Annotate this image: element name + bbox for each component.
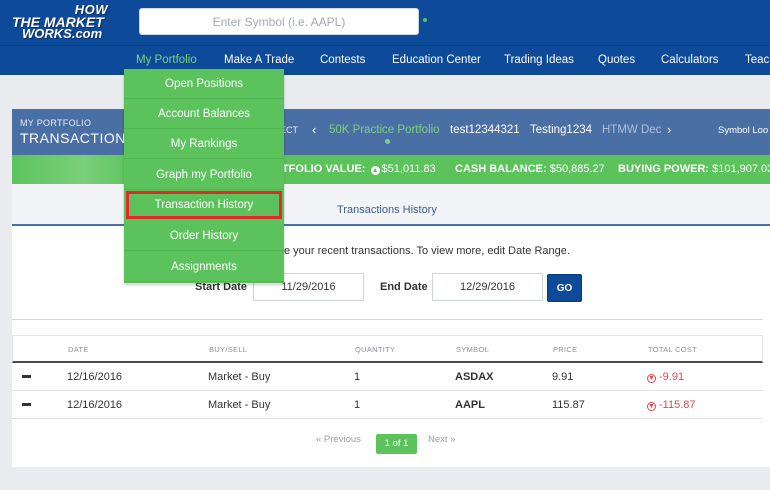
nav-trading-ideas[interactable]: Trading Ideas <box>504 46 574 76</box>
section-label: MY PORTFOLIO <box>20 118 92 128</box>
pager-previous[interactable]: « Previous <box>316 434 361 445</box>
active-portfolio-indicator <box>385 139 390 144</box>
chevron-left-icon[interactable]: ‹ <box>312 122 316 137</box>
row-date: 12/16/2016 <box>67 371 123 383</box>
col-symbol[interactable]: SYMBOL <box>456 345 489 354</box>
my-portfolio-dropdown: Open Positions Account Balances My Ranki… <box>124 69 284 283</box>
down-arrow-icon: ▼ <box>647 374 656 383</box>
main-nav: My Portfolio Make A Trade Contests Educa… <box>0 45 770 75</box>
status-dot <box>423 18 427 22</box>
pager-next[interactable]: Next » <box>428 434 455 445</box>
site-logo[interactable]: HOW THE MARKET WORKS.com <box>12 3 112 42</box>
col-buy-sell[interactable]: BUY/SELL <box>209 345 247 354</box>
row-quantity: 1 <box>354 371 361 383</box>
col-price[interactable]: PRICE <box>553 345 577 354</box>
row-total-cost: ▼ -9.91 <box>647 371 684 383</box>
collapse-icon[interactable] <box>22 375 31 378</box>
nav-education-center[interactable]: Education Center <box>392 46 481 76</box>
row-total-cost: ▼ -115.87 <box>647 399 696 411</box>
row-total-value: -9.91 <box>659 371 685 383</box>
menu-item-graph-my-portfolio[interactable]: Graph my Portfolio <box>124 160 284 190</box>
row-type: Market - Buy <box>208 399 271 411</box>
go-button[interactable]: GO <box>547 274 582 302</box>
portfolio-value-amount: $51,011.83 <box>381 163 436 175</box>
table-row: 12/16/2016 Market - Buy 1 ASDAX 9.91 ▼ -9… <box>12 363 763 391</box>
nav-calculators[interactable]: Calculators <box>661 46 719 76</box>
buying-power-label: BUYING POWER: <box>618 163 710 175</box>
divider <box>12 319 763 320</box>
end-date-field[interactable]: 12/29/2016 <box>432 273 543 301</box>
buying-power-amount: $101,907.03 <box>712 163 770 175</box>
symbol-search-input[interactable] <box>140 9 418 35</box>
menu-item-order-history[interactable]: Order History <box>124 221 284 251</box>
symbol-search[interactable] <box>139 8 419 35</box>
col-quantity[interactable]: QUANTITY <box>355 345 395 354</box>
nav-teacher[interactable]: Teac <box>745 46 769 76</box>
portfolio-option-htmw[interactable]: HTMW Dec <box>602 124 661 136</box>
table-header: DATE BUY/SELL QUANTITY SYMBOL PRICE TOTA… <box>12 335 763 363</box>
row-total-value: -115.87 <box>659 399 696 411</box>
chevron-right-icon[interactable]: › <box>667 122 671 137</box>
buying-power: BUYING POWER: $101,907.03 <box>618 163 770 175</box>
menu-item-account-balances[interactable]: Account Balances <box>124 99 284 129</box>
row-type: Market - Buy <box>208 371 271 383</box>
page-title: TRANSACTIONS <box>20 130 136 146</box>
col-date[interactable]: DATE <box>68 345 89 354</box>
portfolio-value: RTFOLIO VALUE: ▲ $51,011.83 <box>274 163 436 175</box>
row-date: 12/16/2016 <box>67 399 123 411</box>
portfolio-value-label: RTFOLIO VALUE: <box>274 163 366 175</box>
menu-item-assignments[interactable]: Assignments <box>124 252 284 282</box>
up-arrow-icon: ▲ <box>370 166 380 175</box>
top-header: HOW THE MARKET WORKS.com <box>0 0 770 45</box>
menu-item-open-positions[interactable]: Open Positions <box>124 69 284 99</box>
nav-contests[interactable]: Contests <box>320 46 365 76</box>
table-row: 12/16/2016 Market - Buy 1 AAPL 115.87 ▼ -… <box>12 391 763 419</box>
row-symbol[interactable]: ASDAX <box>455 371 494 383</box>
menu-item-my-rankings[interactable]: My Rankings <box>124 129 284 159</box>
row-price: 9.91 <box>552 371 574 383</box>
row-price: 115.87 <box>552 399 585 411</box>
pager-current[interactable]: 1 of 1 <box>376 434 417 454</box>
collapse-icon[interactable] <box>22 403 31 406</box>
cash-balance: CASH BALANCE: $50,885.27 <box>455 163 605 175</box>
col-total-cost[interactable]: TOTAL COST <box>648 345 697 354</box>
symbol-lookup-link[interactable]: Symbol Loo <box>718 125 768 136</box>
portfolio-option-50k[interactable]: 50K Practice Portfolio <box>329 124 440 136</box>
down-arrow-icon: ▼ <box>647 402 656 411</box>
transactions-description: e your recent transactions. To view more… <box>284 245 570 257</box>
nav-quotes[interactable]: Quotes <box>598 46 635 76</box>
cash-balance-label: CASH BALANCE: <box>455 163 547 175</box>
row-quantity: 1 <box>354 399 361 411</box>
row-symbol[interactable]: AAPL <box>455 399 485 411</box>
summary-fade <box>12 155 132 184</box>
menu-item-transaction-history[interactable]: Transaction History <box>126 191 282 219</box>
cash-balance-amount: $50,885.27 <box>549 163 605 175</box>
tab-transactions-history[interactable]: Transactions History <box>337 204 437 216</box>
portfolio-option-test12344321[interactable]: test12344321 <box>450 124 520 136</box>
end-date-label: End Date <box>380 281 428 293</box>
portfolio-option-testing1234[interactable]: Testing1234 <box>530 124 592 136</box>
logo-line-3: WORKS.com <box>22 26 103 41</box>
